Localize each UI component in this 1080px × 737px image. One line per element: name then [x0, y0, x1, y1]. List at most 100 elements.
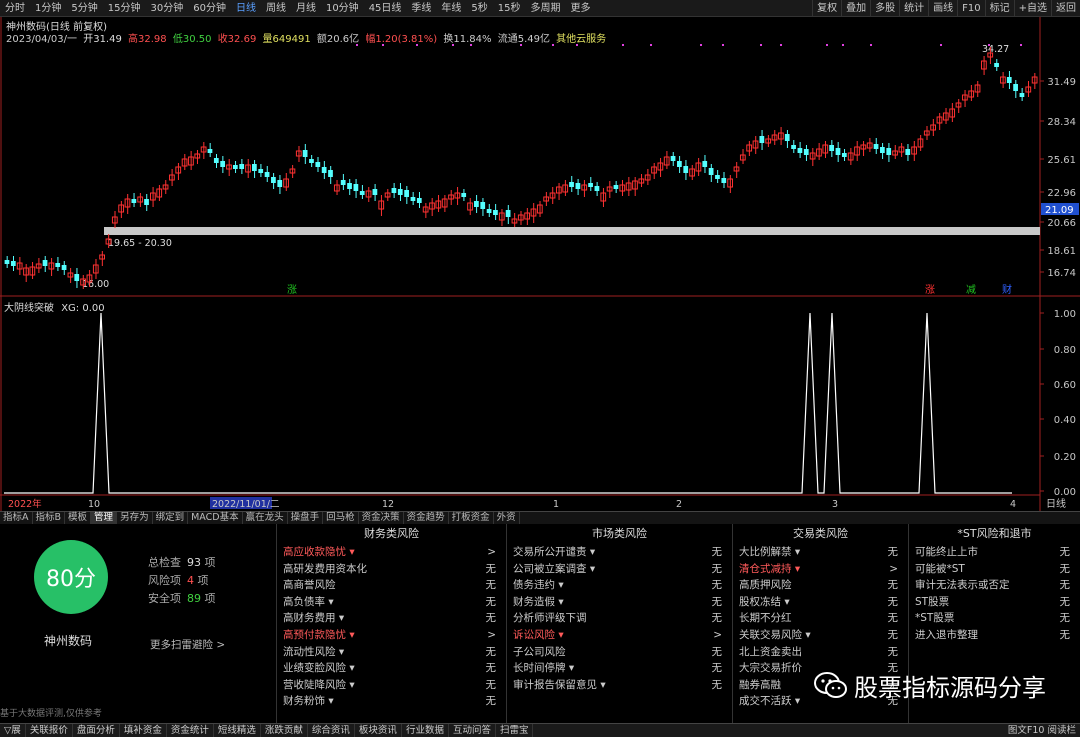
timeframe-tab[interactable]: 多周期: [526, 0, 566, 17]
timeframe-tab[interactable]: 5分钟: [66, 0, 102, 17]
risk-item[interactable]: 北上资金卖出 无: [733, 644, 908, 661]
timeframe-tab[interactable]: 60分钟: [188, 0, 231, 17]
risk-item-value: 无: [887, 612, 899, 625]
candle-body: [10, 261, 16, 266]
timeframe-tab[interactable]: 5秒: [466, 0, 492, 17]
risk-item[interactable]: 审计报告保留意见 ▾ 无: [507, 677, 732, 694]
status-tab[interactable]: 涨跌贡献: [261, 724, 308, 737]
status-tab[interactable]: 盘面分析: [73, 724, 120, 737]
toolbar-button[interactable]: 复权: [812, 0, 841, 17]
risk-item[interactable]: 高研发费用资本化 无: [277, 561, 506, 578]
risk-item[interactable]: 关联交易风险 ▾ 无: [733, 627, 908, 644]
quote-service[interactable]: 其他云服务: [556, 34, 606, 45]
indicator-tab[interactable]: 指标A: [0, 512, 33, 524]
risk-item[interactable]: 财务造假 ▾ 无: [507, 594, 732, 611]
risk-item[interactable]: 分析师评级下调 无: [507, 610, 732, 627]
risk-item-label: 高研发费用资本化: [283, 562, 367, 575]
timeframe-tab[interactable]: 45日线: [364, 0, 407, 17]
status-tab[interactable]: 资金统计: [167, 724, 214, 737]
risk-item[interactable]: 高应收款隐忧 ▾ >: [277, 544, 506, 561]
status-tab[interactable]: 扫雷宝: [496, 724, 534, 737]
risk-item[interactable]: 流动性风险 ▾ 无: [277, 644, 506, 661]
risk-item[interactable]: 高商誉风险 无: [277, 577, 506, 594]
risk-item[interactable]: 诉讼风险 ▾ >: [507, 627, 732, 644]
status-tab[interactable]: 关联报价: [26, 724, 73, 737]
risk-item[interactable]: 交易所公开谴责 ▾ 无: [507, 544, 732, 561]
risk-item[interactable]: *ST股票 无: [909, 610, 1080, 627]
candle-body: [791, 145, 796, 149]
risk-item[interactable]: 长期不分红 无: [733, 610, 908, 627]
indicator-tab[interactable]: 打板资金: [449, 512, 494, 524]
timeframe-tab[interactable]: 周线: [261, 0, 291, 17]
risk-item-value: 无: [887, 628, 899, 641]
indicator-tab[interactable]: 外资: [494, 512, 520, 524]
risk-item[interactable]: 子公司风险 无: [507, 644, 732, 661]
risk-item[interactable]: 可能被*ST 无: [909, 561, 1080, 578]
risk-item[interactable]: 财务粉饰 ▾ 无: [277, 693, 506, 710]
kline-chart-area[interactable]: 31.49 28.34 25.61 22.96 20.66 18.61 16.74 21.09…: [0, 17, 1080, 515]
timeframe-tab[interactable]: 1分钟: [30, 0, 66, 17]
indicator-tab[interactable]: 资金趋势: [404, 512, 449, 524]
timeframe-tab[interactable]: 30分钟: [145, 0, 188, 17]
timeframe-tab[interactable]: 15秒: [493, 0, 526, 17]
timeframe-tab[interactable]: 15分钟: [103, 0, 146, 17]
risk-item[interactable]: 高质押风险 无: [733, 577, 908, 594]
risk-item[interactable]: 营收陡降风险 ▾ 无: [277, 677, 506, 694]
timeframe-tab[interactable]: 月线: [291, 0, 321, 17]
risk-item[interactable]: 业绩变脸风险 ▾ 无: [277, 660, 506, 677]
toolbar-button[interactable]: +自选: [1013, 0, 1051, 17]
toolbar-button[interactable]: 标记: [984, 0, 1014, 17]
risk-item[interactable]: 可能终止上市 无: [909, 544, 1080, 561]
indicator-tab[interactable]: 指标B: [33, 512, 66, 524]
timeframe-tab[interactable]: 年线: [436, 0, 466, 17]
indicator-tab[interactable]: 管理: [91, 512, 118, 524]
indicator-tab[interactable]: 另存为: [117, 512, 153, 524]
more-scan-link[interactable]: 更多扫雷避险 >: [150, 637, 225, 652]
indicator-tab[interactable]: 回马枪: [323, 512, 359, 524]
risk-item[interactable]: 债务违约 ▾ 无: [507, 577, 732, 594]
toolbar-button[interactable]: 返回: [1051, 0, 1080, 17]
highlight-band: [104, 227, 1040, 235]
status-tab[interactable]: 行业数据: [402, 724, 449, 737]
risk-item[interactable]: 审计无法表示或否定 无: [909, 577, 1080, 594]
risk-item[interactable]: 大比例解禁 ▾ 无: [733, 544, 908, 561]
risk-item[interactable]: 高财务费用 ▾ 无: [277, 610, 506, 627]
toolbar-button[interactable]: 多股: [870, 0, 899, 17]
indicator-tab[interactable]: 模板: [65, 512, 92, 524]
status-tab[interactable]: ▽展: [0, 724, 26, 737]
toolbar-button[interactable]: 画线: [928, 0, 957, 17]
risk-item[interactable]: 长时间停牌 ▾ 无: [507, 660, 732, 677]
risk-item[interactable]: ST股票 无: [909, 594, 1080, 611]
status-tab[interactable]: 综合资讯: [308, 724, 355, 737]
timeframe-tab[interactable]: 更多: [566, 0, 596, 17]
status-tab[interactable]: 互动问答: [449, 724, 496, 737]
candle-body: [1019, 93, 1025, 97]
indicator-tab[interactable]: MACD基本: [188, 512, 243, 524]
timeframe-tab[interactable]: 日线: [231, 0, 261, 17]
status-right[interactable]: 图文F10 阅读栏: [1008, 724, 1076, 737]
candle-body: [131, 199, 137, 203]
risk-item[interactable]: 公司被立案调查 ▾ 无: [507, 561, 732, 578]
signal-dot: [722, 44, 724, 46]
risk-item[interactable]: 股权冻结 ▾ 无: [733, 594, 908, 611]
timeframe-list: 分时 1分钟 5分钟 15分钟 30分钟 60分钟 日线 周线 月线 10分钟 45日线 季线 年线 5秒…: [0, 0, 596, 17]
indicator-tab[interactable]: 赢在龙头: [243, 512, 288, 524]
indicator-tab[interactable]: 绑定到: [153, 512, 189, 524]
timeframe-tab[interactable]: 10分钟: [321, 0, 364, 17]
risk-item[interactable]: 高预付款隐忧 ▾ >: [277, 627, 506, 644]
status-tab[interactable]: 短线精选: [214, 724, 261, 737]
timeframe-tab[interactable]: 季线: [406, 0, 436, 17]
timeframe-tab[interactable]: 分时: [0, 0, 30, 17]
toolbar-button[interactable]: F10: [957, 0, 984, 17]
toolbar-button[interactable]: 统计: [899, 0, 928, 17]
indicator-tab[interactable]: 操盘手: [288, 512, 324, 524]
toolbar-button[interactable]: 叠加: [841, 0, 870, 17]
risk-item[interactable]: 高负债率 ▾ 无: [277, 594, 506, 611]
status-tab[interactable]: 填补资金: [120, 724, 167, 737]
risk-item[interactable]: 进入退市整理 无: [909, 627, 1080, 644]
risk-item[interactable]: 清仓式减持 ▾ >: [733, 561, 908, 578]
quote-change: 幅1.20(3.81%): [365, 34, 438, 45]
indicator-tab[interactable]: 资金决策: [359, 512, 404, 524]
status-tab[interactable]: 板块资讯: [355, 724, 402, 737]
kline-svg[interactable]: 31.49 28.34 25.61 22.96 20.66 18.61 16.74 21.09…: [0, 17, 1080, 515]
